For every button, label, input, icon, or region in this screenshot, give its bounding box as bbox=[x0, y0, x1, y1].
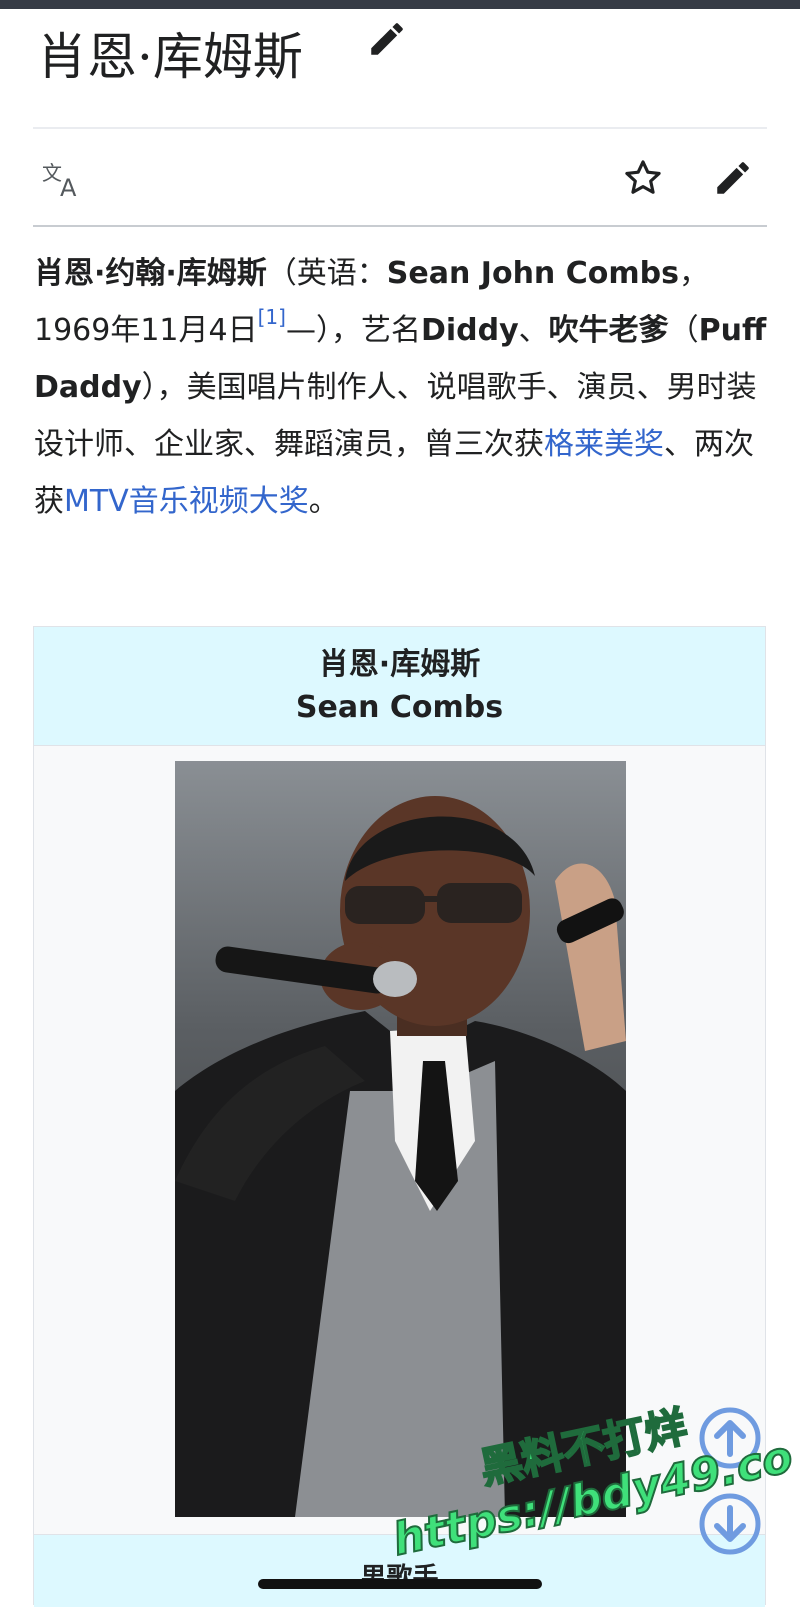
arrow-down-circle-icon bbox=[699, 1493, 761, 1555]
infobox-photo[interactable] bbox=[175, 761, 626, 1517]
title-edit-pencil-icon[interactable] bbox=[366, 18, 408, 60]
reference-1[interactable]: [1] bbox=[258, 305, 286, 329]
stage-name-zh: 吹牛老爹 bbox=[548, 313, 669, 348]
grammy-award-link[interactable]: 格莱美奖 bbox=[544, 427, 664, 462]
lead-text: 。 bbox=[308, 484, 339, 519]
lead-text: —），艺名 bbox=[285, 313, 421, 348]
arrow-up-circle-icon bbox=[699, 1407, 761, 1469]
infobox-name-en: Sean Combs bbox=[295, 690, 504, 725]
pencil-icon[interactable] bbox=[708, 153, 758, 203]
reference-link[interactable]: [1] bbox=[258, 305, 286, 329]
infobox-occupation-row: 男歌手 bbox=[34, 1534, 765, 1607]
lead-paragraph: 肖恩·约翰·库姆斯（英语：Sean John Combs，1969年11月4日[… bbox=[34, 245, 768, 530]
infobox-header: 肖恩·库姆斯 Sean Combs bbox=[34, 627, 765, 746]
svg-text:文: 文 bbox=[42, 161, 62, 185]
svg-text:A: A bbox=[60, 174, 77, 199]
translate-icon[interactable]: 文 A bbox=[38, 154, 88, 204]
mtv-award-link[interactable]: MTV音乐视频大奖 bbox=[64, 484, 309, 519]
home-indicator[interactable] bbox=[258, 1579, 542, 1589]
lead-text: （英语： bbox=[266, 256, 387, 291]
page-title: 肖恩·库姆斯 bbox=[37, 28, 303, 86]
lead-text: （ bbox=[668, 313, 699, 348]
infobox-name-zh: 肖恩·库姆斯 bbox=[318, 647, 481, 682]
subject-name-zh: 肖恩·约翰·库姆斯 bbox=[34, 256, 267, 291]
title-divider bbox=[33, 127, 767, 129]
scroll-to-bottom-button[interactable] bbox=[698, 1492, 762, 1556]
portrait-image bbox=[175, 761, 626, 1517]
stage-name-diddy: Diddy bbox=[420, 313, 519, 348]
status-bar bbox=[0, 0, 800, 9]
lead-text: 、 bbox=[518, 313, 549, 348]
subject-name-en: Sean John Combs bbox=[386, 256, 679, 291]
toolbar-divider bbox=[33, 225, 767, 227]
infobox: 肖恩·库姆斯 Sean Combs 男歌手 bbox=[33, 626, 766, 1607]
star-icon[interactable] bbox=[618, 153, 668, 203]
title-row: 肖恩·库姆斯 bbox=[37, 18, 303, 88]
scroll-to-top-button[interactable] bbox=[698, 1406, 762, 1470]
